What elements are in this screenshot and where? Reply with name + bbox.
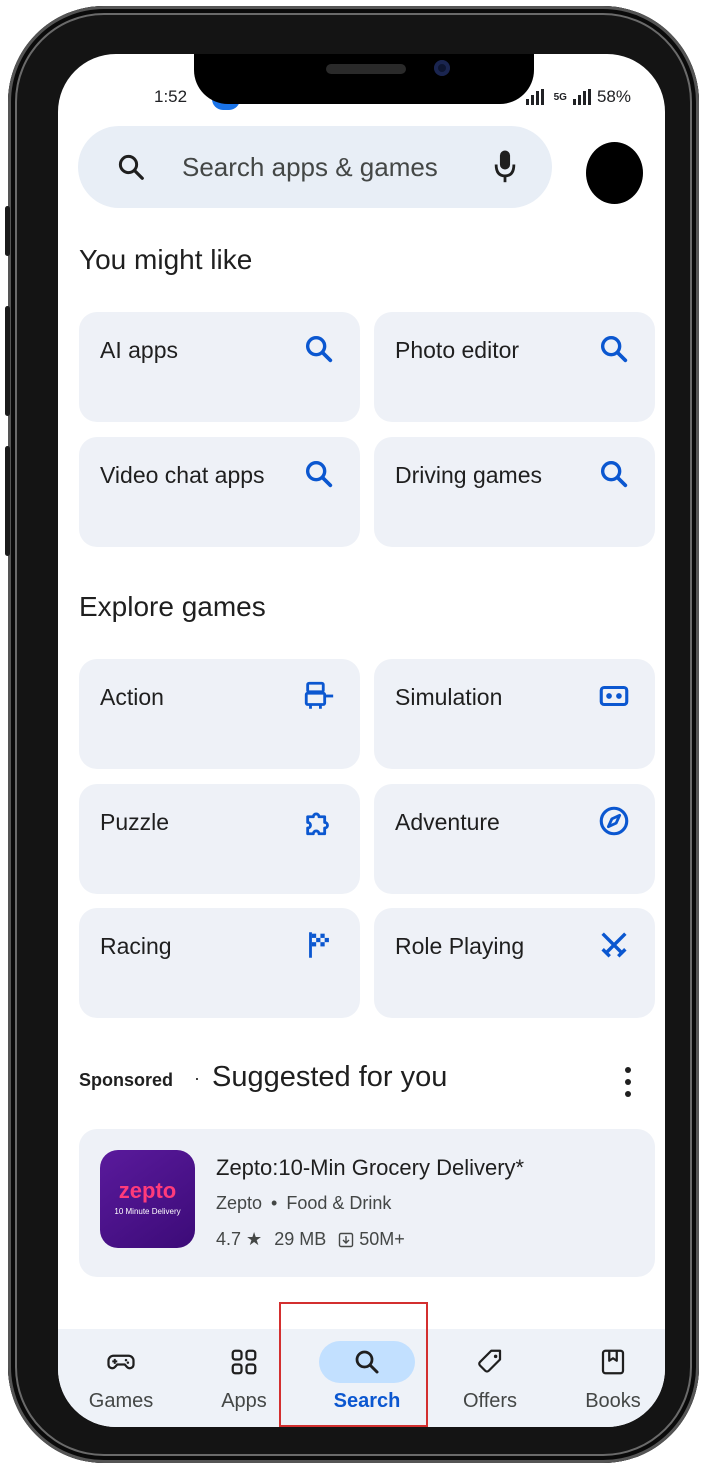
star-icon: ★ — [246, 1229, 263, 1249]
compass-icon — [599, 806, 629, 836]
search-icon — [600, 335, 628, 363]
nav-books[interactable]: Books — [558, 1329, 665, 1427]
explore-games-title: Explore games — [79, 591, 266, 622]
suggested-app-card[interactable]: zepto 10 Minute Delivery Zepto:10-Min Gr… — [79, 1129, 655, 1277]
app-stats: 4.7 ★ 29 MB 50M+ — [216, 1229, 405, 1250]
chip-label: Driving games — [395, 462, 542, 488]
chip-video-chat-apps[interactable]: Video chat apps — [79, 437, 360, 547]
app-size: 29 MB — [274, 1229, 327, 1249]
microphone-icon[interactable] — [492, 148, 518, 186]
search-bar[interactable]: Search apps & games — [78, 126, 552, 208]
chip-photo-editor[interactable]: Photo editor — [374, 312, 655, 422]
puzzle-icon — [306, 812, 329, 836]
book-icon — [601, 1349, 625, 1375]
chip-driving-games[interactable]: Driving games — [374, 437, 655, 547]
action-icon — [304, 681, 334, 709]
apps-grid-icon — [231, 1349, 257, 1375]
sponsored-label: Sponsored — [79, 1070, 174, 1090]
front-camera — [434, 60, 450, 76]
nav-label: Books — [585, 1390, 641, 1412]
search-icon — [118, 154, 144, 180]
chip-label: Photo editor — [395, 337, 520, 363]
chip-puzzle[interactable]: Puzzle — [79, 784, 360, 894]
chip-role-playing[interactable]: Role Playing — [374, 908, 655, 1018]
app-developer: Zepto — [216, 1193, 263, 1213]
chip-simulation[interactable]: Simulation — [374, 659, 655, 769]
chip-label: Adventure — [395, 809, 500, 835]
network-type: 5G — [553, 91, 567, 103]
app-icon-tagline: 10 Minute Delivery — [114, 1207, 181, 1216]
signal-icon — [525, 89, 544, 105]
volume-up-button — [5, 306, 10, 416]
chip-label: Simulation — [395, 684, 503, 710]
nav-games[interactable]: Games — [66, 1329, 176, 1427]
app-category: Food & Drink — [286, 1193, 392, 1213]
chip-ai-apps[interactable]: AI apps — [79, 312, 360, 422]
vr-headset-icon — [599, 685, 629, 707]
notch — [194, 54, 534, 104]
avatar[interactable] — [586, 142, 643, 204]
nav-label: Offers — [462, 1390, 518, 1412]
battery-level: 58% — [596, 87, 631, 106]
earpiece-speaker — [326, 64, 406, 74]
search-icon — [600, 460, 628, 488]
phone-screen: 1:52 5G 58% Search apps & games You migh… — [58, 54, 665, 1427]
app-rating: 4.7 ★ — [216, 1229, 263, 1249]
search-icon — [305, 335, 333, 363]
nav-label: Games — [88, 1390, 154, 1412]
flag-icon — [309, 932, 329, 958]
tag-icon — [478, 1349, 502, 1373]
app-meta: Zepto • Food & Drink — [216, 1193, 391, 1214]
status-right: 5G 58% — [525, 87, 631, 107]
you-might-like-title: You might like — [79, 244, 253, 275]
chip-action[interactable]: Action — [79, 659, 360, 769]
suggested-title: Suggested for you — [212, 1061, 448, 1093]
app-name: Zepto:10-Min Grocery Delivery* — [216, 1155, 525, 1180]
chip-racing[interactable]: Racing — [79, 908, 360, 1018]
chip-label: Video chat apps — [100, 462, 265, 488]
search-placeholder[interactable]: Search apps & games — [182, 152, 438, 183]
chip-adventure[interactable]: Adventure — [374, 784, 655, 894]
phone-frame: 1:52 5G 58% Search apps & games You migh… — [5, 6, 699, 1463]
nav-offers[interactable]: Offers — [435, 1329, 545, 1427]
swords-icon — [601, 932, 627, 958]
mute-switch — [5, 206, 10, 256]
app-downloads: 50M+ — [338, 1229, 405, 1250]
signal-icon-2 — [572, 89, 591, 105]
volume-down-button — [5, 446, 10, 556]
app-icon[interactable]: zepto 10 Minute Delivery — [100, 1150, 195, 1248]
app-icon-brand: zepto — [118, 1178, 177, 1203]
gamepad-icon — [107, 1354, 135, 1370]
separator-dot: · — [194, 1068, 200, 1088]
download-icon — [339, 1232, 354, 1247]
chip-label: Role Playing — [395, 933, 525, 959]
chip-label: AI apps — [100, 337, 178, 363]
chip-label: Puzzle — [100, 809, 170, 835]
search-highlight-box — [279, 1302, 428, 1427]
search-icon — [305, 460, 333, 488]
status-time: 1:52 — [154, 87, 188, 106]
more-options-icon[interactable] — [616, 1062, 640, 1102]
chip-label: Action — [100, 684, 164, 710]
chip-label: Racing — [100, 933, 172, 959]
meta-separator: • — [271, 1193, 278, 1213]
